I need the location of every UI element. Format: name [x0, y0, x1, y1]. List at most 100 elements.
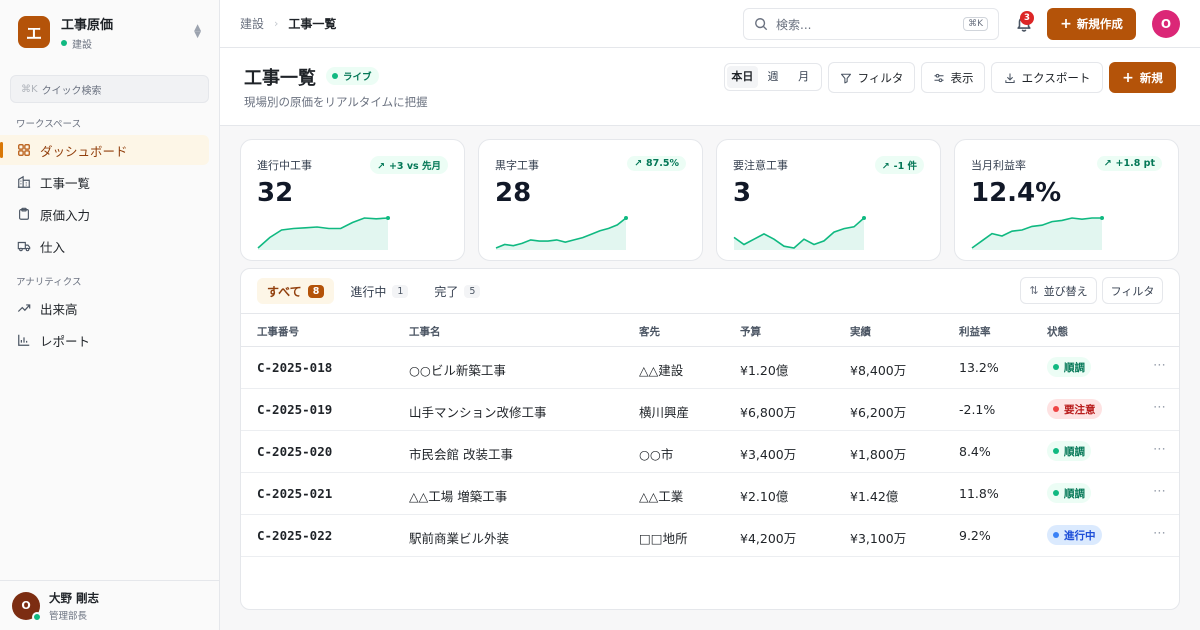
- column-header-budget[interactable]: 予算: [740, 324, 761, 339]
- kpi-delta-value: +1.8 pt: [1115, 158, 1155, 169]
- sidebar-item-label: レポート: [40, 333, 91, 349]
- workspace-env: 建設: [61, 36, 194, 51]
- cell-margin: 13.2%: [959, 360, 999, 375]
- account-avatar[interactable]: O: [1152, 10, 1180, 38]
- kpi-delta-value: -1 件: [893, 161, 917, 172]
- cell-id: C-2025-020: [257, 444, 333, 459]
- plus-icon: +: [1060, 16, 1072, 32]
- quick-search-placeholder: クイック検索: [41, 85, 102, 97]
- table-row[interactable]: C-2025-022 駅前商業ビル外装 □□地所 ¥4,200万 ¥3,100万 9.2%…: [241, 515, 1179, 557]
- table-filter-button[interactable]: フィルタ: [1102, 277, 1163, 304]
- more-icon[interactable]: ⋯: [1153, 526, 1167, 541]
- filter-tab[interactable]: 進行中 1: [340, 278, 418, 304]
- sidebar-nav: ワークスペース ダッシュボード 工事一覧 原価入力 仕入 アナリティクス 出来高 レポート: [0, 117, 219, 355]
- more-icon[interactable]: ⋯: [1153, 358, 1167, 373]
- page-title: 工事一覧: [244, 68, 316, 89]
- chevron-updown-icon: ▲ ▼: [194, 23, 201, 40]
- more-icon[interactable]: ⋯: [1153, 484, 1167, 499]
- sidebar-item[interactable]: 原価入力: [0, 199, 209, 229]
- sidebar-item[interactable]: レポート: [0, 325, 209, 355]
- brand-text: 工事原価 建設: [61, 14, 194, 51]
- status-badge: 順調: [1047, 357, 1091, 377]
- sparkline-endpoint: [386, 216, 390, 220]
- cell-budget: ¥6,800万: [740, 405, 797, 420]
- live-badge: ライブ: [326, 67, 379, 85]
- table-row[interactable]: C-2025-019 山手マンション改修工事 横川興産 ¥6,800万 ¥6,200万 -…: [241, 389, 1179, 431]
- sidebar: エ 工事原価 建設 ▲ ▼ ⌘K クイック検索 ワークスペース ダッシュボード 工事一…: [0, 0, 220, 630]
- column-header-id[interactable]: 工事番号: [257, 324, 299, 339]
- cell-budget: ¥4,200万: [740, 531, 797, 546]
- sort-button[interactable]: ⇅ 並び替え: [1020, 277, 1097, 304]
- user-role: 管理部長: [49, 610, 88, 622]
- sparkline-area: [734, 218, 864, 250]
- quick-search[interactable]: ⌘K クイック検索: [10, 75, 209, 103]
- status-label: 順調: [1064, 445, 1085, 458]
- cell-budget: ¥1.20億: [740, 363, 789, 378]
- sliders-icon: [933, 72, 945, 84]
- sidebar-item[interactable]: ダッシュボード: [0, 135, 209, 165]
- breadcrumb-separator: ›: [274, 17, 279, 30]
- column-header-name[interactable]: 工事名: [409, 324, 441, 339]
- cell-name: △△工場 増築工事: [409, 489, 508, 504]
- kpi-value: 32: [257, 178, 294, 208]
- status-dot: [1053, 448, 1059, 454]
- projects-table: すべて 8 進行中 1 完了 5 ⇅ 並び替え フィルタ 工事番号 工事名 客先 予算 実…: [240, 268, 1180, 610]
- new-label: 新規: [1139, 70, 1163, 85]
- sidebar-item[interactable]: 工事一覧: [0, 167, 209, 197]
- export-button[interactable]: エクスポート: [991, 62, 1103, 93]
- period-today[interactable]: 本日: [727, 66, 758, 88]
- period-month[interactable]: 月: [788, 66, 819, 88]
- page-header: 工事一覧 ライブ 現場別の原価をリアルタイムに把握 本日 週 月 フィルタ 表示…: [220, 48, 1200, 126]
- search-input[interactable]: 検索... ⌘K: [743, 8, 999, 40]
- user-profile[interactable]: O 大野 剛志 管理部長: [0, 580, 219, 630]
- sidebar-item[interactable]: 仕入: [0, 231, 209, 261]
- column-header-margin[interactable]: 利益率: [959, 324, 991, 339]
- tab-label: 完了: [434, 284, 459, 299]
- more-icon[interactable]: ⋯: [1153, 442, 1167, 457]
- topbar: 建設 › 工事一覧 検索... ⌘K 3 + 新規作成 O: [220, 0, 1200, 48]
- view-label: 表示: [950, 70, 974, 85]
- kpi-sparkline: [971, 216, 1104, 250]
- view-button[interactable]: 表示: [921, 62, 985, 93]
- status-badge: 進行中: [1047, 525, 1102, 545]
- period-week[interactable]: 週: [758, 66, 789, 88]
- tab-count: 1: [392, 284, 409, 298]
- create-new-button[interactable]: + 新規作成: [1047, 8, 1136, 40]
- app-logo: エ: [18, 16, 50, 48]
- status-dot: [61, 40, 67, 46]
- kpi-card: 要注意工事 ↗ -1 件 3: [716, 139, 941, 261]
- sidebar-item[interactable]: 出来高: [0, 293, 209, 323]
- live-dot: [332, 73, 338, 79]
- table-row[interactable]: C-2025-021 △△工場 増築工事 △△工業 ¥2.10億 ¥1.42億 11.8%…: [241, 473, 1179, 515]
- filter-button[interactable]: フィルタ: [828, 62, 915, 93]
- cell-client: 横川興産: [639, 405, 690, 420]
- sidebar-item-label: 工事一覧: [40, 175, 91, 191]
- cell-name: 駅前商業ビル外装: [409, 531, 510, 546]
- table-row[interactable]: C-2025-020 市民会館 改装工事 ○○市 ¥3,400万 ¥1,800万 8.4%…: [241, 431, 1179, 473]
- new-button[interactable]: + 新規: [1109, 62, 1176, 93]
- cell-margin: 11.8%: [959, 486, 999, 501]
- column-header-actual[interactable]: 実績: [850, 324, 871, 339]
- cell-id: C-2025-021: [257, 486, 333, 501]
- sidebar-item-label: ダッシュボード: [40, 143, 128, 159]
- column-header-client[interactable]: 客先: [639, 324, 660, 339]
- column-header-status[interactable]: 状態: [1047, 324, 1068, 339]
- table-row[interactable]: C-2025-018 ○○ビル新築工事 △△建設 ¥1.20億 ¥8,400万 13.2%…: [241, 347, 1179, 389]
- cell-budget: ¥3,400万: [740, 447, 797, 462]
- tab-label: すべて: [267, 284, 302, 299]
- status-badge: 順調: [1047, 441, 1091, 461]
- sparkline-area: [258, 218, 388, 250]
- cell-actual: ¥8,400万: [850, 363, 907, 378]
- breadcrumb-item[interactable]: 建設: [240, 15, 264, 32]
- export-label: エクスポート: [1021, 70, 1091, 85]
- breadcrumb-current: 工事一覧: [288, 17, 337, 31]
- sparkline-endpoint: [862, 216, 866, 220]
- filter-tab[interactable]: 完了 5: [424, 278, 490, 304]
- more-icon[interactable]: ⋯: [1153, 400, 1167, 415]
- filter-tab[interactable]: すべて 8: [257, 278, 335, 304]
- cell-id: C-2025-022: [257, 528, 333, 543]
- filter-label: フィルタ: [857, 70, 904, 85]
- workspace-switcher[interactable]: エ 工事原価 建設 ▲ ▼: [0, 0, 219, 64]
- status-label: 順調: [1064, 487, 1085, 500]
- building-icon: [16, 174, 32, 190]
